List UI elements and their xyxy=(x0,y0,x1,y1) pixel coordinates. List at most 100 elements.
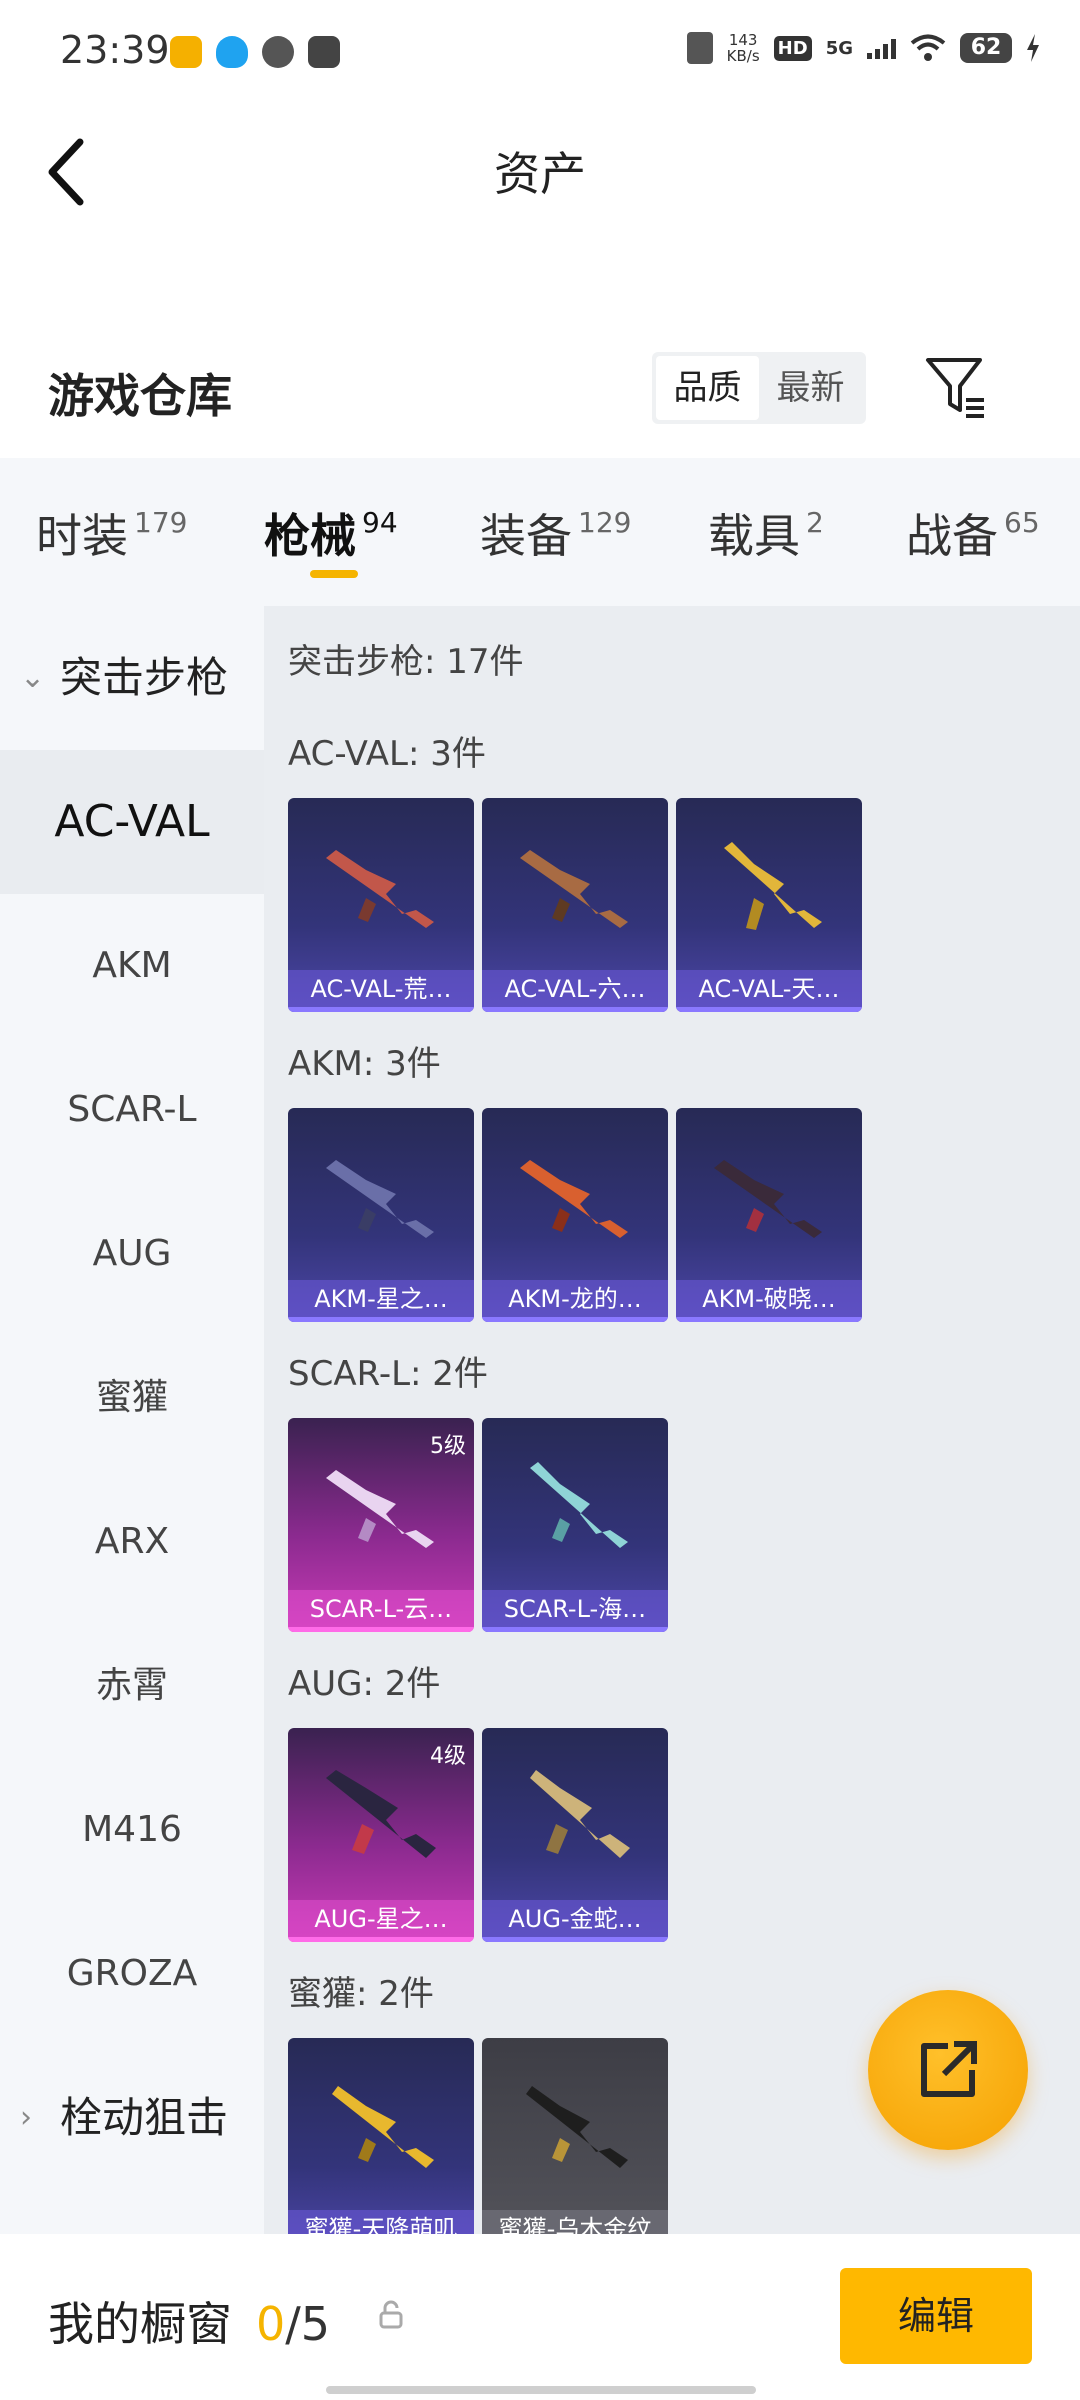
rifle-icon xyxy=(326,1160,434,1238)
notification-icons xyxy=(170,36,340,68)
showcase-total-count: /5 xyxy=(285,2297,331,2351)
rifle-icon xyxy=(530,1770,630,1858)
tab-vehicles[interactable]: 载具 2 xyxy=(708,500,824,566)
lock-icon xyxy=(379,2300,403,2329)
signal-icon xyxy=(867,37,896,59)
filter-button[interactable] xyxy=(922,352,992,422)
home-indicator[interactable] xyxy=(326,2386,756,2394)
item-grid: 4级 AUG-星之… AUG-金蛇… xyxy=(288,1728,668,1942)
rifle-icon xyxy=(332,2086,434,2168)
tab-label: 枪械 xyxy=(264,509,356,563)
sort-newest-option[interactable]: 最新 xyxy=(759,356,862,420)
weapon-name: SCAR-L-云… xyxy=(288,1590,474,1632)
item-grid: 蜜獾-天降萌叽 蜜獾-乌木金纹 xyxy=(288,2038,668,2234)
weapon-card[interactable]: SCAR-L-海… xyxy=(482,1418,668,1632)
rifle-icon xyxy=(724,842,822,930)
tab-label: 装备 xyxy=(480,509,572,563)
weapon-name: AKM-星之… xyxy=(288,1280,474,1322)
group-header: SCAR-L: 2件 xyxy=(288,1354,488,1394)
tab-combat-gear[interactable]: 战备 65 xyxy=(906,500,1040,566)
group-header: AC-VAL: 3件 xyxy=(288,734,486,774)
tab-label: 战备 xyxy=(906,509,998,563)
item-grid: AC-VAL-荒… AC-VAL-六… AC-VAL-天… xyxy=(288,798,862,1012)
status-bar: 23:39 143 KB/s HD 5G 62 xyxy=(0,0,1080,108)
sidebar-item-scar-l[interactable]: SCAR-L xyxy=(0,1038,264,1182)
showcase-title: 我的橱窗 xyxy=(48,2297,232,2351)
weapon-name: SCAR-L-海… xyxy=(482,1590,668,1632)
app-notification-icon xyxy=(170,36,202,68)
hd-badge: HD xyxy=(773,35,812,61)
weapon-name: AUG-金蛇… xyxy=(482,1900,668,1942)
tab-count: 65 xyxy=(1004,506,1040,539)
rifle-icon xyxy=(326,1470,434,1548)
weapon-card[interactable]: AKM-星之… xyxy=(288,1108,474,1322)
share-button[interactable] xyxy=(868,1990,1028,2150)
tab-label: 时装 xyxy=(36,509,128,563)
weapon-name: AKM-龙的… xyxy=(482,1280,668,1322)
sidebar-item-aug[interactable]: AUG xyxy=(0,1182,264,1326)
net-speed-unit: KB/s xyxy=(726,47,760,65)
tab-fashion[interactable]: 时装 179 xyxy=(36,500,187,566)
group-header: AKM: 3件 xyxy=(288,1044,441,1084)
item-grid: AKM-星之… AKM-龙的… AKM-破晓… xyxy=(288,1108,862,1322)
rifle-icon xyxy=(530,1462,628,1548)
sidebar-item-m416[interactable]: M416 xyxy=(0,1758,264,1902)
sidebar-item-chixiao[interactable]: 赤霄 xyxy=(0,1614,264,1758)
sidebar-item-honey-badger[interactable]: 蜜獾 xyxy=(0,1326,264,1470)
weapon-name: 蜜獾-天降萌叽 xyxy=(288,2210,474,2234)
weapon-card[interactable]: AKM-龙的… xyxy=(482,1108,668,1322)
sidebar-group-assault-rifles[interactable]: ⌄ 突击步枪 xyxy=(0,606,264,750)
weapon-name: AC-VAL-荒… xyxy=(288,970,474,1012)
app-notification-icon xyxy=(262,36,294,68)
category-tabs: 时装 179 枪械 94 装备 129 载具 2 战备 65 xyxy=(0,458,1080,606)
charging-icon xyxy=(1027,34,1039,62)
weapon-card[interactable]: AKM-破晓… xyxy=(676,1108,862,1322)
tab-label: 载具 xyxy=(708,509,800,563)
weapon-card[interactable]: 4级 AUG-星之… xyxy=(288,1728,474,1942)
tab-count: 129 xyxy=(578,506,632,539)
tab-firearms[interactable]: 枪械 94 xyxy=(264,500,398,566)
chevron-down-icon: ⌄ xyxy=(20,660,46,695)
app-notification-icon xyxy=(308,36,340,68)
sort-toggle: 品质 最新 xyxy=(652,352,866,424)
sort-quality-option[interactable]: 品质 xyxy=(656,356,759,420)
rifle-icon xyxy=(326,1770,436,1858)
rifle-icon xyxy=(526,2086,628,2168)
rifle-icon xyxy=(520,1160,628,1238)
tab-count: 2 xyxy=(806,506,824,539)
edit-button[interactable]: 编辑 xyxy=(840,2268,1032,2364)
group-header: 蜜獾: 2件 xyxy=(288,1974,434,2014)
weapon-name: AKM-破晓… xyxy=(676,1280,862,1322)
qq-icon xyxy=(216,36,248,68)
active-tab-indicator xyxy=(310,570,358,578)
sidebar-item-ac-val[interactable]: AC-VAL xyxy=(0,750,264,894)
share-external-icon xyxy=(921,2041,977,2097)
network-speed: 143 KB/s xyxy=(727,32,760,64)
weapon-name: AC-VAL-天… xyxy=(676,970,862,1012)
weapon-card[interactable]: AC-VAL-天… xyxy=(676,798,862,1012)
weapon-card[interactable]: 蜜獾-天降萌叽 xyxy=(288,2038,474,2234)
rifle-icon xyxy=(714,1160,822,1238)
group-header: AUG: 2件 xyxy=(288,1664,441,1704)
showcase-label: 我的橱窗 0/5 xyxy=(48,2288,330,2354)
sidebar-item-groza[interactable]: GROZA xyxy=(0,1902,264,2046)
weapon-name: AUG-星之… xyxy=(288,1900,474,1942)
weapon-card[interactable]: AUG-金蛇… xyxy=(482,1728,668,1942)
weapon-card[interactable]: 蜜獾-乌木金纹 xyxy=(482,2038,668,2234)
weapon-card[interactable]: AC-VAL-六… xyxy=(482,798,668,1012)
sidebar-item-arx[interactable]: ARX xyxy=(0,1470,264,1614)
chevron-right-icon: › xyxy=(20,2100,32,2135)
weapon-card[interactable]: 5级 SCAR-L-云… xyxy=(288,1418,474,1632)
showcase-bar: 我的橱窗 0/5 编辑 xyxy=(0,2234,1080,2400)
tab-equipment[interactable]: 装备 129 xyxy=(480,500,631,566)
weapon-card[interactable]: AC-VAL-荒… xyxy=(288,798,474,1012)
weapon-sidebar: ⌄ 突击步枪 AC-VAL AKM SCAR-L AUG 蜜獾 ARX 赤霄 M… xyxy=(0,606,264,2234)
rifle-icon xyxy=(326,850,434,928)
category-total: 突击步枪: 17件 xyxy=(288,642,524,682)
net-speed-value: 143 xyxy=(728,31,758,49)
warehouse-title: 游戏仓库 xyxy=(48,369,232,423)
tab-count: 179 xyxy=(134,506,188,539)
sidebar-item-akm[interactable]: AKM xyxy=(0,894,264,1038)
status-time: 23:39 xyxy=(60,28,170,72)
sidebar-group-bolt-action[interactable]: › 栓动狙击 xyxy=(0,2046,264,2190)
